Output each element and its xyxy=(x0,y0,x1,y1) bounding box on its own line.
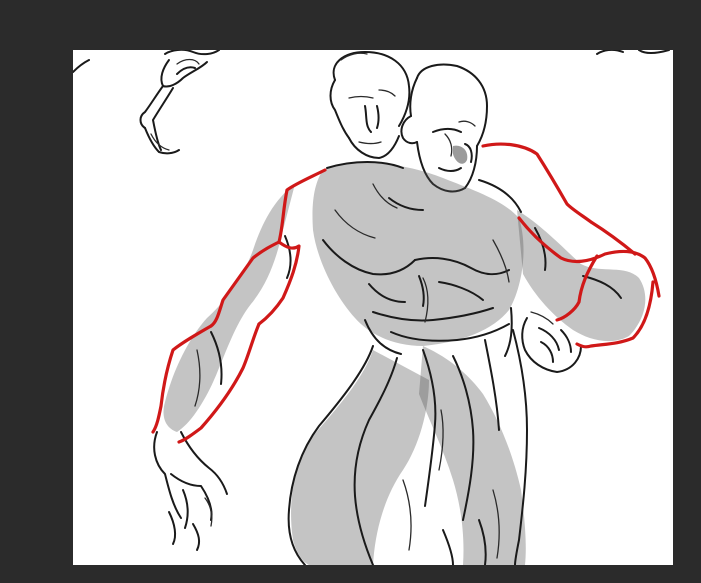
partial-sketch-leg xyxy=(73,50,220,155)
arm-left xyxy=(153,184,295,551)
partial-sketch-top-right xyxy=(596,50,670,55)
legs xyxy=(287,329,528,565)
head-back xyxy=(329,51,411,159)
sketch-artwork xyxy=(73,50,670,565)
drawing-paper[interactable] xyxy=(73,50,673,565)
torso xyxy=(312,161,524,357)
canvas-area[interactable] xyxy=(0,0,701,583)
